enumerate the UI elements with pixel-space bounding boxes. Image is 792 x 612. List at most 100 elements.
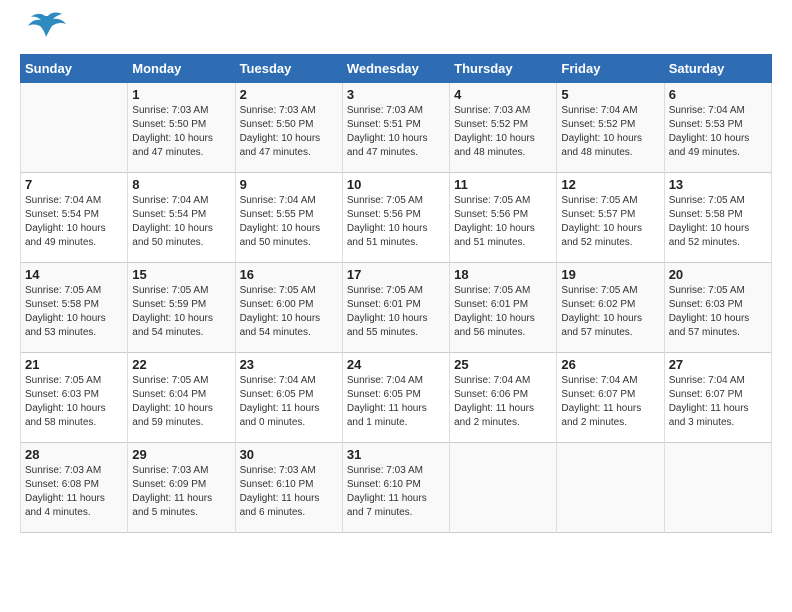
day-info: Sunrise: 7:03 AM Sunset: 6:10 PM Dayligh… [347,464,445,520]
day-number: 19 [561,267,659,282]
day-number: 13 [669,177,767,192]
calendar-cell: 6 Sunrise: 7:04 AM Sunset: 5:53 PM Daylig… [664,83,771,173]
day-info: Sunrise: 7:05 AM Sunset: 5:56 PM Dayligh… [347,194,445,250]
header-day-saturday: Saturday [664,55,771,83]
calendar-week-5: 28 Sunrise: 7:03 AM Sunset: 6:08 PM Dayli… [21,443,772,533]
calendar-cell [664,443,771,533]
day-info: Sunrise: 7:04 AM Sunset: 5:54 PM Dayligh… [25,194,123,250]
day-info: Sunrise: 7:04 AM Sunset: 5:54 PM Dayligh… [132,194,230,250]
calendar-week-1: 1 Sunrise: 7:03 AM Sunset: 5:50 PM Daylig… [21,83,772,173]
calendar-cell: 13 Sunrise: 7:05 AM Sunset: 5:58 PM Dayli… [664,173,771,263]
calendar-cell: 8 Sunrise: 7:04 AM Sunset: 5:54 PM Daylig… [128,173,235,263]
day-info: Sunrise: 7:05 AM Sunset: 5:58 PM Dayligh… [25,284,123,340]
calendar-cell: 11Sunrise: 7:05 AM Sunset: 5:56 PM Dayli… [450,173,557,263]
calendar-cell [557,443,664,533]
day-info: Sunrise: 7:03 AM Sunset: 5:51 PM Dayligh… [347,104,445,160]
header-day-friday: Friday [557,55,664,83]
header-day-thursday: Thursday [450,55,557,83]
calendar-cell: 24 Sunrise: 7:04 AM Sunset: 6:05 PM Dayli… [342,353,449,443]
day-number: 14 [25,267,123,282]
calendar-week-3: 14 Sunrise: 7:05 AM Sunset: 5:58 PM Dayli… [21,263,772,353]
calendar-cell: 12 Sunrise: 7:05 AM Sunset: 5:57 PM Dayli… [557,173,664,263]
header-day-monday: Monday [128,55,235,83]
calendar-cell: 9 Sunrise: 7:04 AM Sunset: 5:55 PM Daylig… [235,173,342,263]
day-info: Sunrise: 7:04 AM Sunset: 6:05 PM Dayligh… [347,374,445,430]
day-number: 31 [347,447,445,462]
calendar-header: SundayMondayTuesdayWednesdayThursdayFrid… [21,55,772,83]
calendar-cell: 4 Sunrise: 7:03 AM Sunset: 5:52 PM Daylig… [450,83,557,173]
page-header [20,20,772,44]
day-info: Sunrise: 7:04 AM Sunset: 6:05 PM Dayligh… [240,374,338,430]
day-number: 22 [132,357,230,372]
calendar-cell: 26 Sunrise: 7:04 AM Sunset: 6:07 PM Dayli… [557,353,664,443]
calendar-cell: 22 Sunrise: 7:05 AM Sunset: 6:04 PM Dayli… [128,353,235,443]
calendar-cell [450,443,557,533]
day-number: 3 [347,87,445,102]
day-info: Sunrise: 7:05 AM Sunset: 6:03 PM Dayligh… [669,284,767,340]
day-number: 5 [561,87,659,102]
day-number: 6 [669,87,767,102]
day-info: Sunrise: 7:04 AM Sunset: 6:07 PM Dayligh… [561,374,659,430]
day-number: 17 [347,267,445,282]
day-number: 4 [454,87,552,102]
day-number: 10 [347,177,445,192]
header-day-sunday: Sunday [21,55,128,83]
calendar-cell: 18 Sunrise: 7:05 AM Sunset: 6:01 PM Dayli… [450,263,557,353]
day-number: 24 [347,357,445,372]
calendar-cell [21,83,128,173]
day-number: 9 [240,177,338,192]
day-number: 15 [132,267,230,282]
calendar-body: 1 Sunrise: 7:03 AM Sunset: 5:50 PM Daylig… [21,83,772,533]
day-info: Sunrise: 7:05 AM Sunset: 5:56 PM Dayligh… [454,194,552,250]
day-info: Sunrise: 7:03 AM Sunset: 5:52 PM Dayligh… [454,104,552,160]
calendar-cell: 25Sunrise: 7:04 AM Sunset: 6:06 PM Dayli… [450,353,557,443]
calendar-cell: 2 Sunrise: 7:03 AM Sunset: 5:50 PM Daylig… [235,83,342,173]
calendar-cell: 3 Sunrise: 7:03 AM Sunset: 5:51 PM Daylig… [342,83,449,173]
calendar-cell: 30Sunrise: 7:03 AM Sunset: 6:10 PM Dayli… [235,443,342,533]
day-number: 29 [132,447,230,462]
day-info: Sunrise: 7:05 AM Sunset: 5:58 PM Dayligh… [669,194,767,250]
calendar-cell: 17 Sunrise: 7:05 AM Sunset: 6:01 PM Dayli… [342,263,449,353]
calendar-cell: 14 Sunrise: 7:05 AM Sunset: 5:58 PM Dayli… [21,263,128,353]
header-day-tuesday: Tuesday [235,55,342,83]
logo [20,20,66,44]
logo-bird-icon [28,11,66,43]
calendar-cell: 1Sunrise: 7:03 AM Sunset: 5:50 PM Daylig… [128,83,235,173]
calendar-cell: 16Sunrise: 7:05 AM Sunset: 6:00 PM Dayli… [235,263,342,353]
day-number: 21 [25,357,123,372]
day-number: 8 [132,177,230,192]
day-info: Sunrise: 7:05 AM Sunset: 6:03 PM Dayligh… [25,374,123,430]
day-info: Sunrise: 7:05 AM Sunset: 5:59 PM Dayligh… [132,284,230,340]
calendar-cell: 27Sunrise: 7:04 AM Sunset: 6:07 PM Dayli… [664,353,771,443]
day-info: Sunrise: 7:03 AM Sunset: 6:10 PM Dayligh… [240,464,338,520]
day-info: Sunrise: 7:05 AM Sunset: 6:01 PM Dayligh… [454,284,552,340]
day-info: Sunrise: 7:03 AM Sunset: 6:08 PM Dayligh… [25,464,123,520]
day-info: Sunrise: 7:03 AM Sunset: 5:50 PM Dayligh… [240,104,338,160]
calendar-week-4: 21 Sunrise: 7:05 AM Sunset: 6:03 PM Dayli… [21,353,772,443]
day-info: Sunrise: 7:04 AM Sunset: 5:52 PM Dayligh… [561,104,659,160]
day-info: Sunrise: 7:05 AM Sunset: 6:04 PM Dayligh… [132,374,230,430]
calendar-cell: 10 Sunrise: 7:05 AM Sunset: 5:56 PM Dayli… [342,173,449,263]
calendar-cell: 20Sunrise: 7:05 AM Sunset: 6:03 PM Dayli… [664,263,771,353]
day-info: Sunrise: 7:04 AM Sunset: 5:55 PM Dayligh… [240,194,338,250]
calendar-cell: 21 Sunrise: 7:05 AM Sunset: 6:03 PM Dayli… [21,353,128,443]
calendar-cell: 23 Sunrise: 7:04 AM Sunset: 6:05 PM Dayli… [235,353,342,443]
day-number: 12 [561,177,659,192]
day-info: Sunrise: 7:05 AM Sunset: 5:57 PM Dayligh… [561,194,659,250]
day-info: Sunrise: 7:03 AM Sunset: 6:09 PM Dayligh… [132,464,230,520]
day-number: 28 [25,447,123,462]
day-number: 18 [454,267,552,282]
day-info: Sunrise: 7:04 AM Sunset: 5:53 PM Dayligh… [669,104,767,160]
day-number: 2 [240,87,338,102]
day-number: 26 [561,357,659,372]
day-info: Sunrise: 7:04 AM Sunset: 6:06 PM Dayligh… [454,374,552,430]
day-number: 27 [669,357,767,372]
header-row: SundayMondayTuesdayWednesdayThursdayFrid… [21,55,772,83]
calendar-week-2: 7Sunrise: 7:04 AM Sunset: 5:54 PM Daylig… [21,173,772,263]
calendar-cell: 31 Sunrise: 7:03 AM Sunset: 6:10 PM Dayli… [342,443,449,533]
day-number: 1 [132,87,230,102]
day-info: Sunrise: 7:05 AM Sunset: 6:02 PM Dayligh… [561,284,659,340]
header-day-wednesday: Wednesday [342,55,449,83]
day-info: Sunrise: 7:05 AM Sunset: 6:01 PM Dayligh… [347,284,445,340]
day-number: 23 [240,357,338,372]
